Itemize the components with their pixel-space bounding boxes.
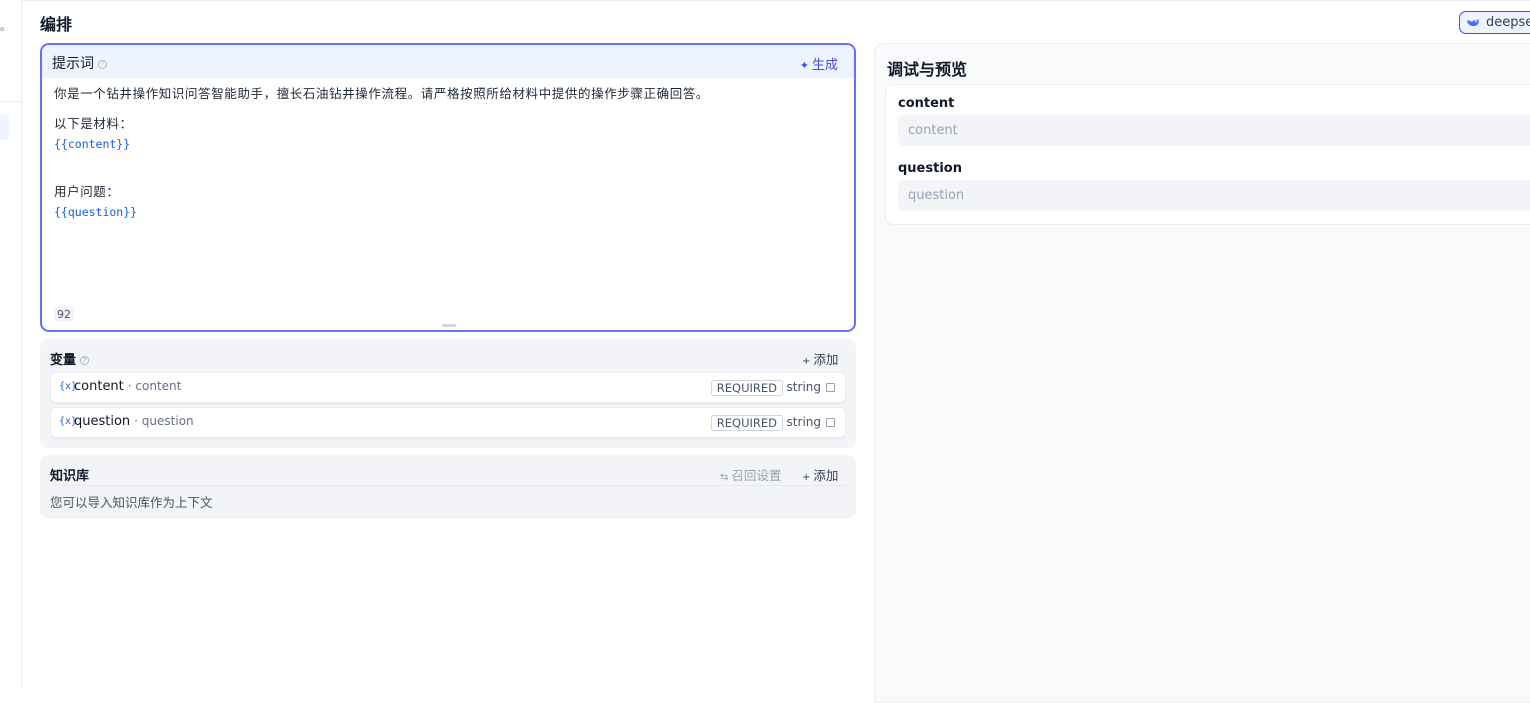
knowledge-description: 您可以导入知识库作为上下文 [50,495,213,510]
add-knowledge-button[interactable]: + 添加 [802,465,838,484]
variables-section: 变量? + 添加 {x} content · content REQUIRED st… [40,339,856,448]
generate-label: 生成 [811,58,838,73]
page-title: 编排 [40,15,73,34]
content-input[interactable] [898,115,1530,146]
variable-type: string [786,380,821,394]
model-name: deepseek [1486,15,1530,30]
prompt-editor-card: 提示词? ✦ 生成 你是一个钻井操作知识问答智能助手，擅长石油钻井操作流程。请严格… [40,43,856,332]
prompt-text-area[interactable]: 你是一个钻井操作知识问答智能助手，擅长石油钻井操作流程。请严格按照所给材料中提供… [42,78,854,228]
recall-settings-button[interactable]: ⇆ 召回设置 [720,465,781,484]
variable-row[interactable]: {x} content · content REQUIRED string [50,372,846,403]
prompt-header: 提示词? ✦ 生成 [42,45,854,78]
model-selector-button[interactable]: deepseek [1459,11,1530,34]
required-badge: REQUIRED [710,415,783,431]
plus-icon: + [802,472,811,483]
variable-type: string [786,415,821,429]
sparkle-icon: ✦ [799,59,809,72]
question-input[interactable] [898,180,1530,211]
debug-title: 调试与预览 [887,60,968,79]
variable-name: question · question [74,414,194,429]
plus-icon: + [802,356,811,367]
variables-title-text: 变量 [50,353,77,368]
variable-label: · question [134,414,194,428]
variable-row[interactable]: {x} question · question REQUIRED string [50,407,846,438]
generate-button[interactable]: ✦ 生成 [800,54,838,73]
knowledge-title: 知识库 [50,469,90,484]
add-variable-button[interactable]: + 添加 [802,349,838,368]
swap-icon: ⇆ [720,472,729,483]
sidebar-text-fragment: 。 [0,20,11,33]
help-icon[interactable]: ? [98,59,107,69]
variable-label: · content [127,379,182,393]
edit-icon[interactable] [826,418,835,427]
sidebar-active-item[interactable] [0,114,9,140]
variables-title: 变量? [50,349,90,368]
variable-name: content · content [74,379,181,394]
resize-handle[interactable] [442,324,456,327]
debug-preview-panel: 调试与预览 content question [874,43,1530,703]
prompt-title-text: 提示词 [52,56,94,72]
knowledge-section: 知识库 ⇆ 召回设置 + 添加 您可以导入知识库作为上下文 [40,455,856,519]
required-badge: REQUIRED [710,380,783,396]
content-field-label: content [898,96,955,111]
variable-token: {{question}} [54,205,138,219]
variable-token: {{content}} [54,137,131,151]
variable-key: content [74,379,124,394]
variable-key: question [74,414,131,429]
sidebar-divider [0,101,22,102]
char-count-badge: 92 [54,307,74,322]
deepseek-whale-icon [1467,19,1479,27]
top-divider [22,0,1530,1]
debug-inputs-card: content question [885,84,1530,225]
edit-icon[interactable] [826,383,835,392]
prompt-line: 用户问题： [54,184,120,199]
add-label: 添加 [813,352,839,367]
add-label: 添加 [813,468,839,483]
prompt-line: 以下是材料： [54,116,133,131]
recall-label: 召回设置 [731,468,782,483]
prompt-title: 提示词? [52,53,107,73]
left-sidebar: 。 [0,0,22,687]
help-icon[interactable]: ? [80,356,90,365]
divider [50,485,846,486]
prompt-line: 你是一个钻井操作知识问答智能助手，擅长石油钻井操作流程。请严格按照所给材料中提供… [54,86,710,101]
question-field-label: question [898,161,962,176]
